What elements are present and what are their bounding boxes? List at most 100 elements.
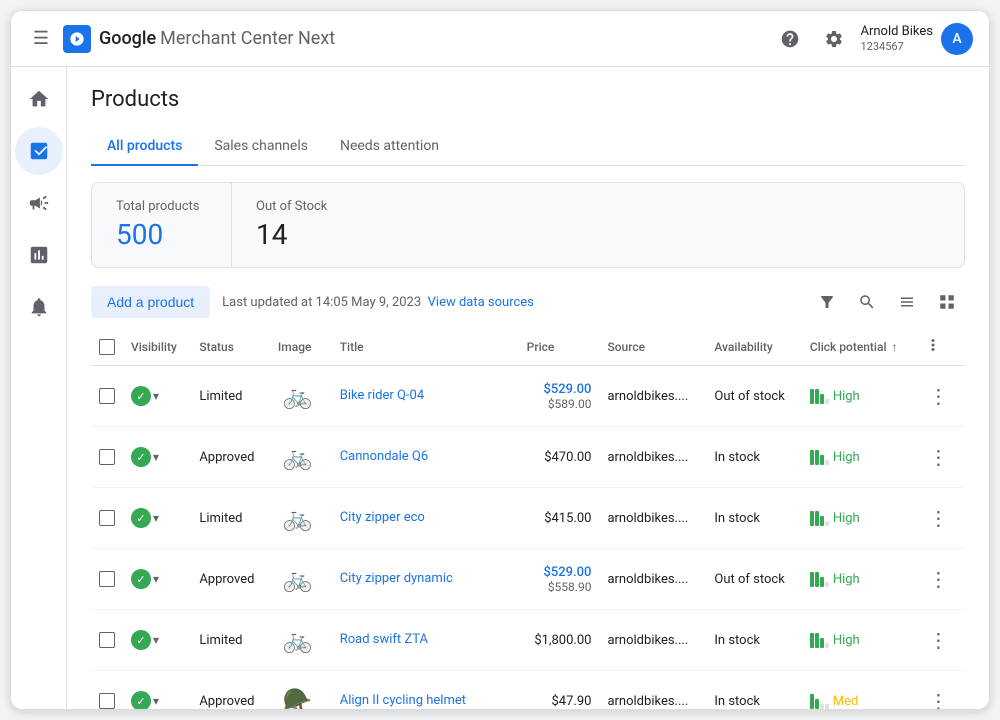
row-checkbox-cell[interactable]	[91, 671, 123, 710]
product-title-link[interactable]: Align II cycling helmet	[340, 693, 466, 708]
row-status: Limited	[191, 366, 270, 427]
sort-icon: ↑	[892, 340, 898, 354]
grid-toggle-button[interactable]	[929, 284, 965, 320]
columns-toggle-button[interactable]	[889, 284, 925, 320]
sidebar-item-products[interactable]	[15, 127, 63, 175]
visibility-dropdown-arrow[interactable]: ▾	[153, 572, 159, 586]
row-click-potential: Med	[802, 671, 917, 710]
product-title-link[interactable]: Bike rider Q-04	[340, 388, 424, 403]
row-title: Align II cycling helmet	[332, 671, 519, 710]
row-image: 🚲	[270, 610, 332, 671]
stats-row: Total products 500 Out of Stock 14	[91, 182, 965, 268]
row-visibility: ✓ ▾	[123, 610, 191, 671]
main-layout: Products All products Sales channels Nee…	[11, 67, 989, 709]
row-visibility: ✓ ▾	[123, 488, 191, 549]
table-row: ✓ ▾ Approved 🪖 Align II cycling helmet $…	[91, 671, 965, 710]
potential-label: High	[833, 389, 860, 404]
visibility-dropdown-arrow[interactable]: ▾	[153, 694, 159, 708]
row-checkbox-cell[interactable]	[91, 488, 123, 549]
row-checkbox-cell[interactable]	[91, 549, 123, 610]
row-image: 🚲	[270, 488, 332, 549]
product-title-link[interactable]: City zipper eco	[340, 510, 425, 525]
row-click-potential: High	[802, 488, 917, 549]
row-visibility: ✓ ▾	[123, 366, 191, 427]
row-more-button[interactable]: ⋮	[924, 441, 952, 474]
visibility-dropdown-arrow[interactable]: ▾	[153, 389, 159, 403]
tab-sales-channels[interactable]: Sales channels	[198, 128, 324, 166]
brand-product: Merchant Center Next	[160, 28, 335, 49]
header-actions	[916, 328, 965, 366]
row-more-button[interactable]: ⋮	[924, 502, 952, 535]
row-actions[interactable]: ⋮	[916, 488, 965, 549]
user-id: 1234567	[860, 40, 933, 53]
sidebar-item-notifications[interactable]	[15, 283, 63, 331]
help-button[interactable]	[772, 21, 808, 57]
filter-button[interactable]	[809, 284, 845, 320]
header-source: Source	[599, 328, 706, 366]
table-row: ✓ ▾ Approved 🚲 City zipper dynamic $529.…	[91, 549, 965, 610]
row-checkbox-cell[interactable]	[91, 366, 123, 427]
visibility-dropdown-arrow[interactable]: ▾	[153, 511, 159, 525]
row-checkbox[interactable]	[99, 632, 115, 648]
row-actions[interactable]: ⋮	[916, 671, 965, 710]
view-data-sources-link[interactable]: View data sources	[428, 295, 534, 310]
menu-icon[interactable]: ☰	[27, 25, 55, 53]
row-status: Approved	[191, 427, 270, 488]
row-checkbox-cell[interactable]	[91, 427, 123, 488]
product-title-link[interactable]: Road swift ZTA	[340, 632, 428, 647]
header-checkbox[interactable]	[91, 328, 123, 366]
stat-out-of-stock: Out of Stock 14	[232, 183, 372, 267]
row-checkbox[interactable]	[99, 571, 115, 587]
row-more-button[interactable]: ⋮	[924, 624, 952, 657]
potential-label: High	[833, 511, 860, 526]
tab-all-products[interactable]: All products	[91, 128, 198, 166]
row-checkbox[interactable]	[99, 510, 115, 526]
topbar: ☰ Google Merchant Center Next Arnold Bik…	[11, 11, 989, 67]
tab-needs-attention[interactable]: Needs attention	[324, 128, 455, 166]
table-row: ✓ ▾ Limited 🚲 Bike rider Q-04 $529.00 $5…	[91, 366, 965, 427]
header-click-potential[interactable]: Click potential ↑	[802, 328, 917, 366]
price-main: $470.00	[544, 450, 591, 465]
product-image: 🪖	[278, 681, 318, 709]
product-title-link[interactable]: Cannondale Q6	[340, 449, 428, 464]
row-price: $529.00 $558.90	[519, 549, 600, 610]
row-image: 🚲	[270, 366, 332, 427]
row-checkbox[interactable]	[99, 388, 115, 404]
search-button[interactable]	[849, 284, 885, 320]
potential-bar-chart	[810, 449, 829, 465]
visibility-check-icon: ✓	[131, 386, 151, 406]
visibility-dropdown-arrow[interactable]: ▾	[153, 450, 159, 464]
row-checkbox-cell[interactable]	[91, 610, 123, 671]
user-info[interactable]: Arnold Bikes 1234567 A	[860, 23, 973, 55]
product-image: 🚲	[278, 498, 318, 538]
sidebar-item-campaigns[interactable]	[15, 179, 63, 227]
sidebar-item-home[interactable]	[15, 75, 63, 123]
row-availability: In stock	[706, 427, 801, 488]
select-all-checkbox[interactable]	[99, 339, 115, 355]
product-table: Visibility Status Image Title Price Sour…	[91, 328, 965, 709]
row-checkbox[interactable]	[99, 693, 115, 709]
row-more-button[interactable]: ⋮	[924, 380, 952, 413]
row-title: City zipper dynamic	[332, 549, 519, 610]
content-area: Products All products Sales channels Nee…	[67, 67, 989, 709]
sidebar-item-reports[interactable]	[15, 231, 63, 279]
row-actions[interactable]: ⋮	[916, 427, 965, 488]
product-image: 🚲	[278, 620, 318, 660]
header-image: Image	[270, 328, 332, 366]
row-actions[interactable]: ⋮	[916, 610, 965, 671]
row-status: Limited	[191, 488, 270, 549]
product-title-link[interactable]: City zipper dynamic	[340, 571, 453, 586]
row-more-button[interactable]: ⋮	[924, 563, 952, 596]
product-image: 🚲	[278, 559, 318, 599]
row-more-button[interactable]: ⋮	[924, 685, 952, 710]
add-product-button[interactable]: Add a product	[91, 286, 210, 318]
table-row: ✓ ▾ Limited 🚲 City zipper eco $415.00 ar…	[91, 488, 965, 549]
row-actions[interactable]: ⋮	[916, 366, 965, 427]
row-price: $415.00	[519, 488, 600, 549]
row-actions[interactable]: ⋮	[916, 549, 965, 610]
visibility-dropdown-arrow[interactable]: ▾	[153, 633, 159, 647]
potential-bar-chart	[810, 571, 829, 587]
row-checkbox[interactable]	[99, 449, 115, 465]
settings-button[interactable]	[816, 21, 852, 57]
row-title: Road swift ZTA	[332, 610, 519, 671]
